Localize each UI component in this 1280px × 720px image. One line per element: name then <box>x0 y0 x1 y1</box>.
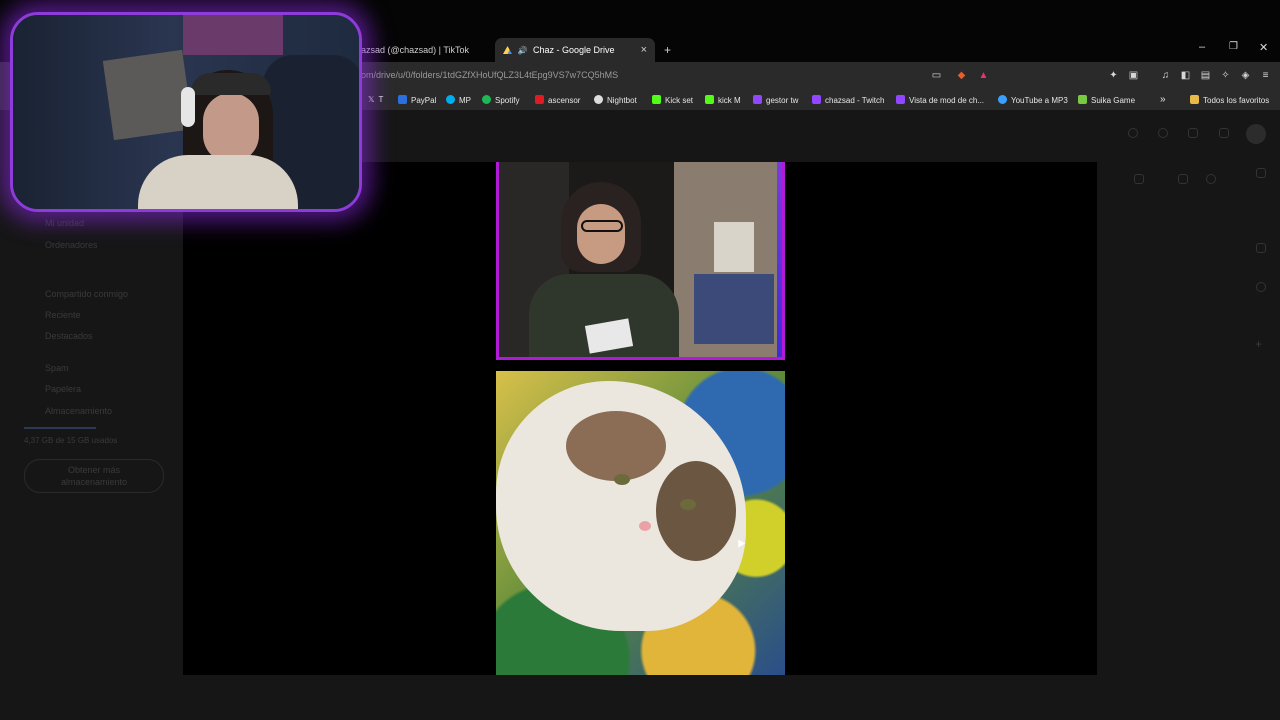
youtube-icon <box>535 95 544 104</box>
twitch-icon <box>812 95 821 104</box>
streamer-face <box>203 93 259 163</box>
bookmark-spotify[interactable]: Spotify <box>482 95 519 106</box>
brave-rewards-icon[interactable]: ▲ <box>978 70 989 81</box>
restore-button[interactable]: ❐ <box>1229 41 1238 52</box>
apps-grid-icon[interactable] <box>1219 128 1229 138</box>
bookmark-chazsad-twitch[interactable]: chazsad - Twitch <box>812 95 884 106</box>
bookmarks-overflow-button[interactable]: » <box>1160 95 1166 105</box>
frame-glow-left <box>496 162 499 360</box>
sidebar-item-shared[interactable]: Compartido conmigo <box>45 289 128 299</box>
cat-nose <box>639 521 651 531</box>
streamer-webcam-overlay <box>10 12 362 212</box>
extensions-icon[interactable]: ✦ <box>1108 70 1119 81</box>
person-face <box>577 204 625 264</box>
nightbot-icon <box>594 95 603 104</box>
cast-icon[interactable]: ▭ <box>931 70 942 81</box>
add-addon-icon[interactable]: + <box>1255 337 1262 351</box>
tab-google-drive[interactable]: 🔊 Chaz - Google Drive × <box>495 38 655 62</box>
sidebar-item-computers[interactable]: Ordenadores <box>45 240 98 250</box>
bookmark-x[interactable]: 𝕏T <box>368 95 383 105</box>
wallet-icon[interactable]: ▤ <box>1200 70 1211 81</box>
all-bookmarks-folder[interactable]: Todos los favoritos <box>1190 95 1269 106</box>
menu-icon[interactable]: ≡ <box>1260 70 1271 81</box>
folder-icon <box>1190 95 1199 104</box>
brave-shield-icon[interactable]: ◆ <box>956 70 967 81</box>
bookmark-gestor-tw[interactable]: gestor tw <box>753 95 798 106</box>
speaker-icon: 🔊 <box>517 46 528 55</box>
bookmark-nightbot[interactable]: Nightbot <box>594 95 637 106</box>
twitch-icon <box>896 95 905 104</box>
storage-used-text: 4,37 GB de 15 GB usados <box>24 436 118 445</box>
vpn-icon[interactable]: ◈ <box>1240 70 1251 81</box>
new-tab-button[interactable]: + <box>664 38 671 62</box>
cat-eye-right <box>680 499 696 510</box>
bookmark-suika[interactable]: Suika Game <box>1078 95 1135 106</box>
tab-label: hazsad (@chazsad) | TikTok <box>356 45 470 55</box>
streamer-hoodie <box>138 155 298 209</box>
suika-icon <box>1078 95 1087 104</box>
bookmark-paypal[interactable]: PayPal <box>398 95 436 106</box>
leo-ai-icon[interactable]: ✧ <box>1220 70 1231 81</box>
download-icon <box>998 95 1007 104</box>
x-icon: 𝕏 <box>368 95 375 104</box>
tab-tiktok[interactable]: hazsad (@chazsad) | TikTok <box>356 38 491 62</box>
headphones-icon <box>181 87 195 127</box>
wall-posters <box>183 15 283 55</box>
tab-label: Chaz - Google Drive <box>533 45 615 55</box>
storage-bar <box>24 427 96 429</box>
kick-icon <box>652 95 661 104</box>
list-view-icon[interactable] <box>1134 174 1144 184</box>
kick-icon <box>705 95 714 104</box>
bookmark-youtube-mp3[interactable]: YouTube a MP3 <box>998 95 1068 106</box>
sidebar-item-spam[interactable]: Spam <box>45 363 69 373</box>
screenshot-icon[interactable]: ▣ <box>1128 70 1139 81</box>
cat-ear-patch <box>656 461 736 561</box>
frame-glow-right <box>777 162 782 357</box>
sidebar-item-starred[interactable]: Destacados <box>45 331 93 341</box>
keep-icon[interactable] <box>1256 243 1266 253</box>
url-field[interactable]: om/drive/u/0/folders/1tdGZfXHoUfQLZ3L4tE… <box>361 70 618 80</box>
paypal-icon <box>398 95 407 104</box>
gemini-icon[interactable] <box>1188 128 1198 138</box>
bookmark-ascensor[interactable]: ascensor <box>535 95 580 106</box>
details-icon[interactable] <box>1206 174 1216 184</box>
twitch-icon <box>753 95 762 104</box>
bookmark-kick-m[interactable]: kick M <box>705 95 741 106</box>
spotify-icon <box>482 95 491 104</box>
chair <box>694 274 774 344</box>
sidebar-item-storage[interactable]: Almacenamiento <box>45 406 112 416</box>
help-icon[interactable] <box>1128 128 1138 138</box>
poster <box>714 222 754 272</box>
close-window-button[interactable]: ✕ <box>1259 41 1268 54</box>
sidebar-icon[interactable]: ◧ <box>1180 70 1191 81</box>
minimize-button[interactable]: – <box>1199 41 1205 53</box>
cat-eye-left <box>614 474 630 485</box>
tab-close-icon[interactable]: × <box>641 38 647 62</box>
sidebar-item-recent[interactable]: Reciente <box>45 310 81 320</box>
google-drive-icon <box>503 46 512 54</box>
avatar[interactable] <box>1246 124 1266 144</box>
bookmark-vista-mod[interactable]: Vista de mod de ch... <box>896 95 984 106</box>
video-webcam-clip[interactable] <box>496 162 785 360</box>
mercadopago-icon <box>446 95 455 104</box>
contacts-icon[interactable] <box>1256 282 1266 292</box>
bookmark-kick-set[interactable]: Kick set <box>652 95 693 106</box>
calendar-icon[interactable] <box>1256 168 1266 178</box>
grid-view-icon[interactable] <box>1178 174 1188 184</box>
sidebar-item-my-drive[interactable]: Mi unidad <box>45 218 84 228</box>
video-cat-clip[interactable] <box>496 371 785 675</box>
bandana <box>191 73 271 95</box>
cat-head-patch <box>566 411 666 481</box>
glasses <box>581 220 623 232</box>
settings-icon[interactable] <box>1158 128 1168 138</box>
media-icon[interactable]: ♫ <box>1160 70 1171 81</box>
paper-on-wall <box>102 49 194 141</box>
sidebar-item-trash[interactable]: Papelera <box>45 384 81 394</box>
get-more-storage-button[interactable]: Obtener más almacenamiento <box>24 459 164 493</box>
bookmark-mp[interactable]: MP <box>446 95 471 106</box>
